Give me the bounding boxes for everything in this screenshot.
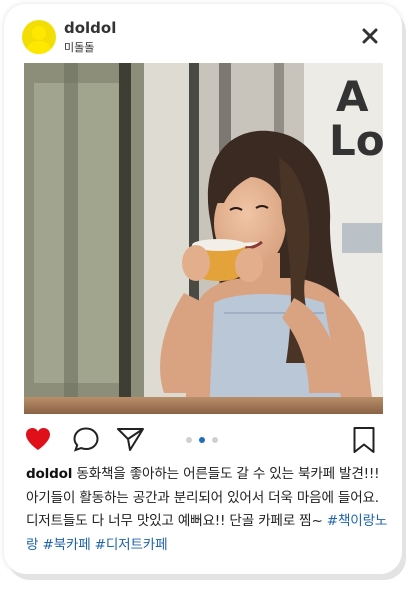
svg-text:Lo: Lo [329,116,383,165]
location-label[interactable]: 미돌돌 [64,39,94,55]
carousel-dot[interactable] [186,437,192,443]
heart-icon [26,428,50,450]
close-button[interactable] [360,26,380,46]
like-button[interactable] [24,426,52,452]
post-caption: doldol 동화책을 좋아하는 어른들도 갈 수 있는 북카페 발견!!! 아… [26,463,392,557]
post-card: doldol 미돌돌 A Lo doldol 동화책을 좋아하는 어른들도 갈 … [4,4,402,574]
close-icon [362,28,378,44]
carousel-indicator [186,437,218,443]
comment-icon [73,427,99,452]
bookmark-icon [353,427,375,453]
post-header: doldol 미돌돌 [22,18,384,56]
post-photo[interactable]: A Lo [24,63,383,414]
cafe-photo-image: A Lo [24,63,383,414]
hashtag[interactable]: #디저트카페 [95,537,168,553]
svg-text:A: A [336,72,369,121]
username[interactable]: doldol [64,19,116,37]
send-icon [117,428,144,451]
hashtag[interactable]: #북카페 [42,537,90,553]
carousel-dot[interactable] [212,437,218,443]
avatar-person-icon [26,26,52,54]
avatar[interactable] [22,20,56,54]
comment-button[interactable] [72,426,100,452]
save-button[interactable] [351,426,379,453]
caption-author[interactable]: doldol [26,466,72,482]
carousel-dot-active[interactable] [199,437,205,443]
post-actions [24,426,383,454]
share-button[interactable] [116,426,144,452]
